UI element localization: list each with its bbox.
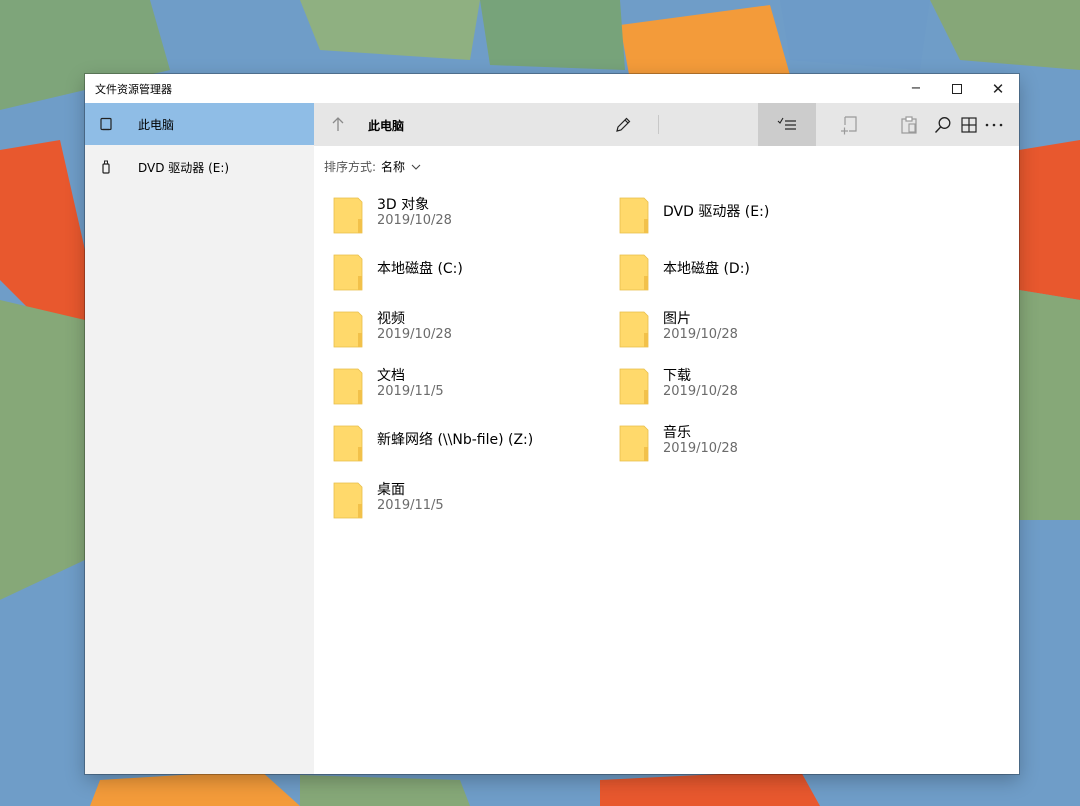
file-date: 2019/10/28 [377,327,452,342]
rename-icon [616,117,631,132]
file-item[interactable]: 音乐 2019/10/28 [618,420,898,470]
file-name: 本地磁盘 (D:) [663,261,750,277]
file-item[interactable]: 文档 2019/11/5 [332,363,612,413]
folder-icon [333,197,363,234]
select-list-icon [777,117,796,130]
file-item[interactable]: 图片 2019/10/28 [618,306,898,356]
nav-item-label: DVD 驱动器 (E:) [138,160,230,175]
folder-icon [333,425,363,462]
nav-item-dvd-drive[interactable]: DVD 驱动器 (E:) [85,146,314,188]
folder-icon [333,254,363,291]
current-location: 此电脑 [368,119,405,133]
maximize-button[interactable] [937,74,977,103]
file-name: 下载 [663,368,691,384]
close-button[interactable]: ✕ [978,74,1018,103]
file-name: 3D 对象 [377,197,430,213]
up-button[interactable] [324,110,352,138]
file-name: DVD 驱动器 (E:) [663,204,770,220]
folder-icon [333,368,363,405]
usb-drive-icon [102,160,110,174]
rename-button[interactable] [594,103,652,146]
folder-icon [333,482,363,519]
file-name: 图片 [663,311,691,327]
folder-icon [619,425,649,462]
file-item[interactable]: 本地磁盘 (D:) [618,249,898,299]
close-icon: ✕ [991,79,1005,98]
nav-item-label: 此电脑 [138,117,175,132]
title-bar[interactable]: 文件资源管理器 − ✕ [85,74,1019,103]
file-date: 2019/10/28 [663,327,738,342]
minimize-button[interactable]: − [896,74,936,103]
file-item[interactable]: 下载 2019/10/28 [618,363,898,413]
file-name: 音乐 [663,425,691,441]
toolbar-separator [658,115,659,134]
file-date: 2019/10/28 [663,441,738,456]
file-date: 2019/11/5 [377,498,444,513]
folder-icon [619,254,649,291]
arrow-up-icon [332,117,344,131]
computer-icon [100,117,112,131]
more-icon [985,123,1003,126]
sort-control[interactable]: 排序方式: 名称 [324,158,421,175]
more-button[interactable] [969,103,1019,146]
file-item[interactable]: 视频 2019/10/28 [332,306,612,356]
sort-value: 名称 [381,160,406,174]
maximize-icon [952,83,962,94]
folder-icon [619,368,649,405]
file-date: 2019/10/28 [377,213,452,228]
file-name: 文档 [377,368,405,384]
sort-label: 排序方式: [324,160,377,174]
file-name: 新蜂网络 (\\Nb-file) (Z:) [377,432,534,448]
nav-item-this-pc[interactable]: 此电脑 [85,103,314,145]
search-button[interactable] [914,103,972,146]
new-folder-button[interactable] [820,103,878,146]
minimize-icon: − [910,81,922,96]
file-list-area: 排序方式: 名称 3D 对象 2019/10/28 本地磁盘 (C:) 视频 2019/… [314,146,1019,774]
file-name: 本地磁盘 (C:) [377,261,463,277]
file-name: 视频 [377,311,405,327]
file-date: 2019/11/5 [377,384,444,399]
file-item[interactable]: 3D 对象 2019/10/28 [332,192,612,242]
window-title: 文件资源管理器 [95,83,172,96]
file-item[interactable]: 本地磁盘 (C:) [332,249,612,299]
file-date: 2019/10/28 [663,384,738,399]
file-name: 桌面 [377,482,405,498]
folder-icon [619,197,649,234]
search-icon [934,116,951,133]
folder-icon [619,311,649,348]
folder-icon [333,311,363,348]
file-item[interactable]: DVD 驱动器 (E:) [618,192,898,242]
select-mode-button[interactable] [758,103,816,146]
navigation-pane: 此电脑 DVD 驱动器 (E:) [85,103,314,774]
new-folder-icon [841,115,857,134]
chevron-down-icon [411,164,421,170]
file-explorer-window: 文件资源管理器 − ✕ 此电脑 DVD 驱动器 (E:) 此电脑 排序方式: 名… [85,74,1019,774]
file-item[interactable]: 桌面 2019/11/5 [332,477,612,527]
file-item[interactable]: 新蜂网络 (\\Nb-file) (Z:) [332,420,612,470]
